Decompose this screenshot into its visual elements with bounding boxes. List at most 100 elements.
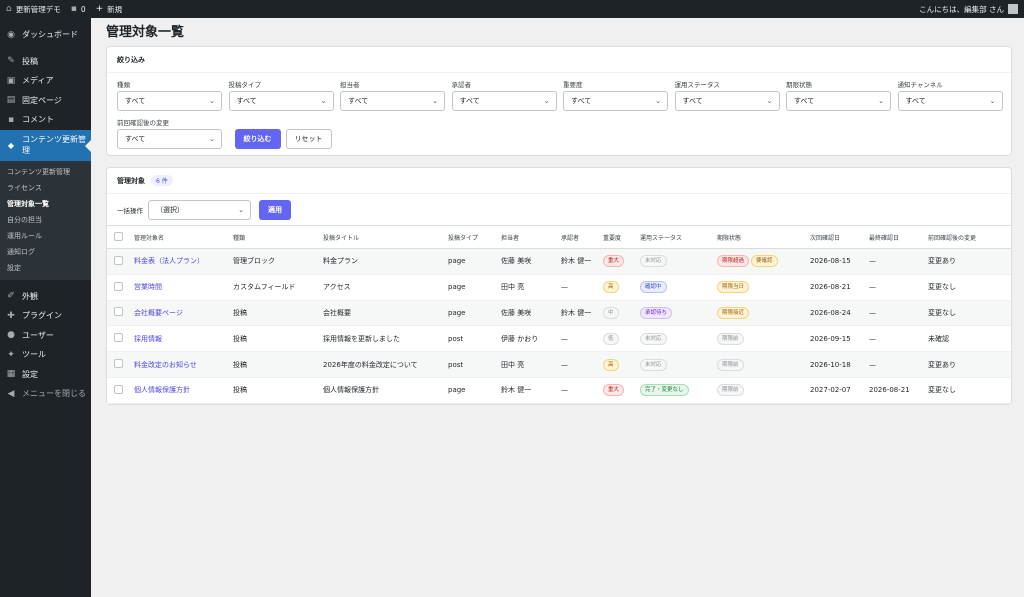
menu-dashboard[interactable]: ◉ ダッシュボード — [0, 25, 91, 45]
submenu-item-logs[interactable]: 通知ログ — [0, 244, 91, 260]
menu-label: プラグイン — [22, 311, 62, 321]
cell-next: 2027-02-07 — [806, 377, 865, 404]
filter-select[interactable]: すべて ⌄ — [451, 91, 557, 111]
filter-select[interactable]: すべて ⌄ — [786, 91, 891, 111]
column-header[interactable]: 期限状態 — [713, 225, 806, 249]
submenu-item-settings[interactable]: 設定 — [0, 260, 91, 276]
cell-importance: 高 — [599, 351, 636, 378]
filter-apply-button[interactable]: 絞り込む — [234, 129, 281, 149]
submenu-item-mine[interactable]: 自分の担当 — [0, 212, 91, 228]
menu-collapse[interactable]: ◀ メニューを閉じる — [0, 384, 91, 404]
comments-link[interactable]: ▪ 0 — [71, 4, 86, 14]
dashboard-icon: ◉ — [7, 29, 15, 40]
column-header[interactable]: 運用ステータス — [636, 225, 713, 249]
row-checkbox[interactable] — [114, 281, 123, 291]
menu-pages[interactable]: ▤ 固定ページ — [0, 91, 91, 111]
menu-plugins[interactable]: ✚ プラグイン — [0, 306, 91, 326]
settings-icon: ▦ — [6, 369, 16, 380]
item-name-link[interactable]: 料金改定のお知らせ — [130, 351, 229, 378]
table-row[interactable]: 会社概要ページ 投稿 会社概要 page 佐藤 美咲 鈴木 健一中 承認待ち 期限接近 2026… — [107, 300, 1011, 327]
row-checkbox[interactable] — [114, 307, 123, 317]
new-label: 新規 — [107, 4, 123, 14]
cell-title: 個人情報保護方針 — [319, 377, 444, 404]
column-header[interactable]: 担当者 — [497, 225, 557, 249]
menu-content-update[interactable]: ◆ コンテンツ更新管理 — [0, 129, 91, 161]
menu-posts[interactable]: ✎ 投稿 — [0, 52, 91, 72]
column-header[interactable]: 次回確認日 — [806, 225, 865, 249]
avatar — [1008, 4, 1018, 14]
filter-reset-button[interactable]: リセット — [285, 129, 332, 149]
item-name-link[interactable]: 会社概要ページ — [130, 300, 229, 327]
table-row[interactable]: 営業時間 カスタムフィールド アクセス page 田中 亮 — 高確認中 期限当日 2026-0… — [107, 274, 1011, 301]
row-checkbox[interactable] — [114, 384, 123, 394]
admin-sidebar: ◉ ダッシュボード ✎ 投稿 ▣ メディア ▤ 固定ページ ▪ コメント ◆ コンテンツ更新… — [0, 18, 91, 597]
filter-label: 前回確認後の変更 — [117, 119, 169, 127]
chevron-down-icon: ⌄ — [989, 97, 996, 105]
table-row[interactable]: 採用情報 投稿 採用情報を更新しました post 伊藤 かおり — 低未対応 期限前 2026-… — [107, 325, 1011, 353]
account-menu[interactable]: こんにちは、編集部 さん — [919, 4, 1018, 15]
table-row[interactable]: 個人情報保護方針 投稿 個人情報保護方針 page 鈴木 健一 — 重大 完了・変更なし 期限前… — [107, 377, 1011, 404]
filter-select[interactable]: すべて ⌄ — [228, 91, 334, 111]
status-badge: 高 — [603, 358, 619, 371]
submenu-item-list[interactable]: 管理対象一覧 — [0, 196, 91, 212]
cell-status: 未対応 — [636, 325, 713, 353]
menu-settings[interactable]: ▦ 設定 — [0, 365, 91, 385]
cell-last: 2026-08-21 — [865, 377, 924, 404]
menu-tools[interactable]: ✦ ツール — [0, 345, 91, 365]
table-row[interactable]: 料金表（法人プラン） 管理ブロック 料金プラン page 佐藤 美咲 鈴木 健一 重大 未対応… — [107, 248, 1011, 275]
comment-icon: ▪ — [7, 114, 15, 125]
column-header[interactable]: 重要度 — [599, 225, 636, 249]
new-content-link[interactable]: + 新規 — [96, 4, 123, 15]
column-header[interactable]: 投稿タイトル — [319, 225, 444, 249]
submenu-item-rules[interactable]: 運用ルール — [0, 228, 91, 244]
row-checkbox[interactable] — [114, 333, 123, 343]
page-icon: ▤ — [6, 95, 16, 106]
chevron-down-icon: ⌄ — [766, 97, 773, 105]
table-row[interactable]: 料金改定のお知らせ 投稿 2026年度の料金改定について post 田中 亮 — 高未対応期… — [107, 351, 1011, 378]
item-name-link[interactable]: 料金表（法人プラン） — [130, 248, 229, 275]
plugin-icon: ✚ — [7, 310, 15, 321]
status-badge: 確認中 — [640, 281, 667, 294]
filter-label: 通知チャンネル — [897, 81, 943, 89]
filter-select[interactable]: すべて ⌄ — [897, 91, 1003, 111]
cell-importance: 高 — [599, 274, 636, 301]
filter-select[interactable]: すべて ⌄ — [674, 91, 780, 111]
column-header[interactable]: 管理対象名 — [130, 225, 229, 249]
item-name-link[interactable]: 営業時間 — [130, 274, 229, 301]
submenu-item-license[interactable]: ライセンス — [0, 180, 91, 196]
select-all-checkbox[interactable] — [114, 231, 123, 241]
user-icon: ● — [7, 330, 15, 341]
column-header[interactable]: 投稿タイプ — [444, 225, 497, 249]
cell-approver: — — [557, 351, 599, 378]
status-badge: 未対応 — [640, 332, 667, 345]
menu-users[interactable]: ● ユーザー — [0, 326, 91, 346]
menu-comments[interactable]: ▪ コメント — [0, 110, 91, 130]
filter-select[interactable]: すべて ⌄ — [563, 91, 668, 111]
site-home-link[interactable]: ⌂ 更新管理デモ — [6, 4, 61, 15]
item-name-link[interactable]: 個人情報保護方針 — [130, 377, 229, 404]
cell-importance: 低 — [599, 325, 636, 353]
row-select-cell — [107, 325, 130, 353]
filter-value: すべて — [682, 97, 703, 105]
cell-type: page — [444, 274, 497, 301]
filter-label: 担当者 — [340, 81, 360, 89]
column-header[interactable]: 種類 — [229, 225, 319, 249]
row-checkbox[interactable] — [114, 359, 123, 369]
menu-appearance[interactable]: ✐ 外観 — [0, 287, 91, 307]
submenu-item-top[interactable]: コンテンツ更新管理 — [0, 164, 91, 180]
item-name-link[interactable]: 採用情報 — [130, 325, 229, 353]
column-header[interactable]: 承認者 — [557, 225, 599, 249]
plus-icon: + — [95, 4, 104, 14]
row-checkbox[interactable] — [114, 255, 123, 265]
bulk-apply-button[interactable]: 適用 — [259, 199, 291, 220]
filter-label: 承認者 — [451, 81, 472, 89]
filter-select[interactable]: すべて ⌄ — [340, 91, 445, 111]
column-header[interactable]: 前回確認後の変更 — [924, 225, 1011, 249]
cell-importance: 中 — [599, 300, 636, 327]
bulk-action-select[interactable]: （選択） ⌄ — [148, 199, 251, 220]
filter-select[interactable]: すべて ⌄ — [117, 91, 222, 111]
filter-select[interactable]: すべて ⌄ — [117, 129, 222, 149]
menu-media[interactable]: ▣ メディア — [0, 71, 91, 91]
column-header[interactable]: 最終確認日 — [865, 225, 924, 249]
page-title: 管理対象一覧 — [106, 25, 185, 40]
